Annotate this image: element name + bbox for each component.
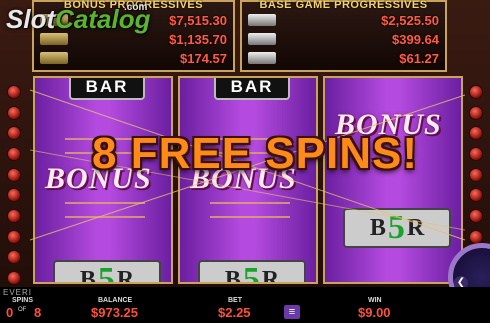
- b5r-left: B: [369, 214, 386, 241]
- balance-value: $973.25: [91, 305, 138, 320]
- payline-dot: [469, 188, 483, 203]
- b5r-right: R: [116, 266, 135, 284]
- left-payline-indicators: [4, 85, 24, 285]
- payline-dot: [469, 85, 483, 99]
- bonus-progressive-value: $1,135.70: [169, 31, 227, 47]
- payline-dot: [7, 208, 21, 223]
- spins-total: 8: [34, 305, 42, 320]
- reel-1: BAR BONUS B5R: [33, 76, 173, 284]
- b5r-left: B: [224, 266, 241, 284]
- bet-value: $2.25: [218, 305, 251, 320]
- payline-dot: [7, 270, 21, 285]
- base-progressive-row: $61.27: [248, 50, 439, 66]
- money-icon: [40, 52, 68, 64]
- payline-dot: [469, 229, 483, 244]
- payline-dot: [7, 250, 21, 265]
- base-progressive-row: $2,525.50: [248, 12, 439, 28]
- spins-current: 0: [6, 305, 14, 320]
- base-progressives-title: BASE GAME PROGRESSIVES: [259, 0, 428, 11]
- game-stage: BONUS PROGRESSIVES $7,515.30 $1,135.70 $…: [0, 0, 490, 323]
- bottom-bar: EVERI SPINS 0 OF 8 BALANCE $973.25 BET $…: [0, 287, 490, 323]
- payline-dot: [469, 167, 483, 182]
- bonus-progressive-value: $174.57: [180, 50, 227, 66]
- b5r-right: R: [261, 266, 280, 284]
- base-progressive-value: $399.64: [392, 31, 439, 47]
- payline-dot: [469, 105, 483, 120]
- ornament: [65, 202, 145, 218]
- balance-label: BALANCE: [98, 297, 133, 304]
- b5r-right: R: [406, 214, 425, 241]
- ornament: [210, 202, 290, 218]
- reel-2: BAR BONUS B5R: [178, 76, 318, 284]
- win-value: $9.00: [358, 305, 391, 320]
- bar-symbol: BAR: [214, 78, 290, 100]
- logo-text-a: Slot: [6, 4, 56, 34]
- bet-label: BET: [228, 297, 242, 304]
- base-progressive-value: $2,525.50: [381, 12, 439, 28]
- payline-dot: [469, 126, 483, 141]
- base-progressive-value: $61.27: [399, 50, 439, 66]
- b5r-symbol: B5R: [53, 260, 161, 284]
- spins-of: OF: [18, 307, 27, 313]
- b5r-symbol: B5R: [198, 260, 306, 284]
- win-label: WIN: [368, 297, 382, 304]
- b5r-left: B: [79, 266, 96, 284]
- payline-dot: [7, 167, 21, 182]
- payline-dot: [469, 208, 483, 223]
- base-progressive-row: $399.64: [248, 31, 439, 47]
- base-progressives-panel: BASE GAME PROGRESSIVES $2,525.50 $399.64…: [240, 0, 447, 72]
- menu-icon[interactable]: ≡: [284, 305, 300, 319]
- payline-dot: [7, 105, 21, 120]
- payline-dot: [7, 146, 21, 161]
- lock-icon: [248, 14, 276, 26]
- b5r-symbol: B5R: [343, 208, 451, 248]
- b5r-five: 5: [242, 261, 260, 284]
- b5r-five: 5: [97, 261, 115, 284]
- bonus-progressive-row: $174.57: [40, 50, 227, 66]
- bonus-progressive-value: $7,515.30: [169, 12, 227, 28]
- b5r-five: 5: [387, 209, 405, 246]
- payline-dot: [469, 146, 483, 161]
- spins-label: SPINS: [12, 297, 34, 304]
- bar-symbol: BAR: [69, 78, 145, 100]
- payline-dot: [7, 126, 21, 141]
- everi-logo: EVERI: [3, 288, 33, 297]
- payline-dot: [7, 188, 21, 203]
- lock-icon: [248, 52, 276, 64]
- logo-suffix: .com: [124, 2, 148, 13]
- payline-dot: [7, 85, 21, 99]
- reel-3: BONUS B5R: [323, 76, 463, 284]
- lock-icon: [248, 33, 276, 45]
- slotcatalog-logo: SlotCatalog .com: [6, 2, 150, 35]
- payline-dot: [7, 229, 21, 244]
- free-spins-banner: 8 FREE SPINS!: [92, 129, 418, 178]
